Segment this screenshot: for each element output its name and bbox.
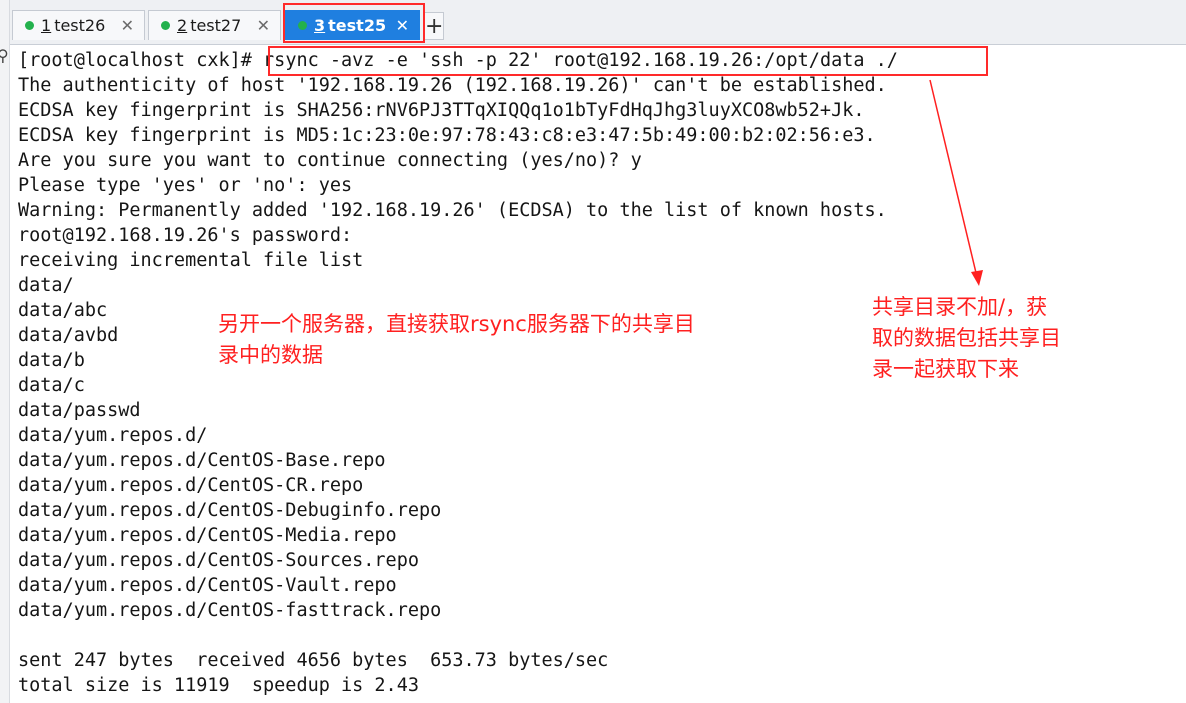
terminal-line: data/yum.repos.d/CentOS-Debuginfo.repo [18, 500, 442, 521]
terminal-line: root@192.168.19.26's password: [18, 225, 353, 246]
terminal-line: Please type 'yes' or 'no': yes [18, 175, 353, 196]
annotation-left: 另开一个服务器，直接获取rsync服务器下的共享目 录中的数据 [218, 309, 695, 371]
terminal-line: data/yum.repos.d/ [18, 425, 208, 446]
tab-label: test26 [54, 16, 106, 35]
left-gutter [0, 0, 10, 703]
tab-number: 2 [177, 16, 188, 35]
terminal-line: Are you sure you want to continue connec… [18, 150, 642, 171]
annotation-right-line: 取的数据包括共享目 [872, 326, 1061, 350]
connected-status-icon [161, 21, 170, 30]
tab-test26[interactable]: 1 test26 ✕ [12, 10, 145, 40]
close-icon[interactable]: ✕ [121, 16, 134, 35]
tab-bar: 1 test26 ✕ 2 test27 ✕ 3 test25 ✕ + [0, 0, 1186, 45]
tab-test27[interactable]: 2 test27 ✕ [148, 10, 281, 40]
terminal-line: ECDSA key fingerprint is SHA256:rNV6PJ3T… [18, 100, 865, 121]
terminal-line: total size is 11919 speedup is 2.43 [18, 675, 419, 696]
close-icon[interactable]: ✕ [257, 16, 270, 35]
annotation-left-line: 录中的数据 [218, 343, 323, 367]
terminal-line: Warning: Permanently added '192.168.19.2… [18, 200, 887, 221]
search-icon[interactable]: ⚲ [0, 46, 9, 65]
terminal-line: sent 247 bytes received 4656 bytes 653.7… [18, 650, 609, 671]
terminal-line: data/yum.repos.d/CentOS-Sources.repo [18, 550, 419, 571]
connected-status-icon [25, 21, 34, 30]
terminal-line: data/passwd [18, 400, 141, 421]
terminal-line: data/yum.repos.d/CentOS-Media.repo [18, 525, 397, 546]
terminal-line: ECDSA key fingerprint is MD5:1c:23:0e:97… [18, 125, 876, 146]
tab-label: test27 [190, 16, 242, 35]
annotation-right-line: 共享目录不加/，获 [872, 295, 1048, 319]
annotation-right: 共享目录不加/，获 取的数据包括共享目 录一起获取下来 [872, 292, 1061, 385]
add-tab-button[interactable]: + [424, 12, 444, 40]
tab-number: 1 [41, 16, 52, 35]
terminal-line: receiving incremental file list [18, 250, 364, 271]
annotation-right-line: 录一起获取下来 [872, 357, 1019, 381]
terminal-line: data/yum.repos.d/CentOS-Base.repo [18, 450, 386, 471]
command-highlight [268, 46, 988, 76]
shell-prompt: [root@localhost cxk]# [18, 50, 264, 71]
annotation-left-line: 另开一个服务器，直接获取rsync服务器下的共享目 [218, 312, 695, 336]
terminal-line: The authenticity of host '192.168.19.26 … [18, 75, 887, 96]
active-tab-highlight [283, 3, 425, 43]
terminal-line: data/yum.repos.d/CentOS-Vault.repo [18, 575, 397, 596]
terminal-line: data/yum.repos.d/CentOS-fasttrack.repo [18, 600, 442, 621]
terminal-line: data/yum.repos.d/CentOS-CR.repo [18, 475, 364, 496]
